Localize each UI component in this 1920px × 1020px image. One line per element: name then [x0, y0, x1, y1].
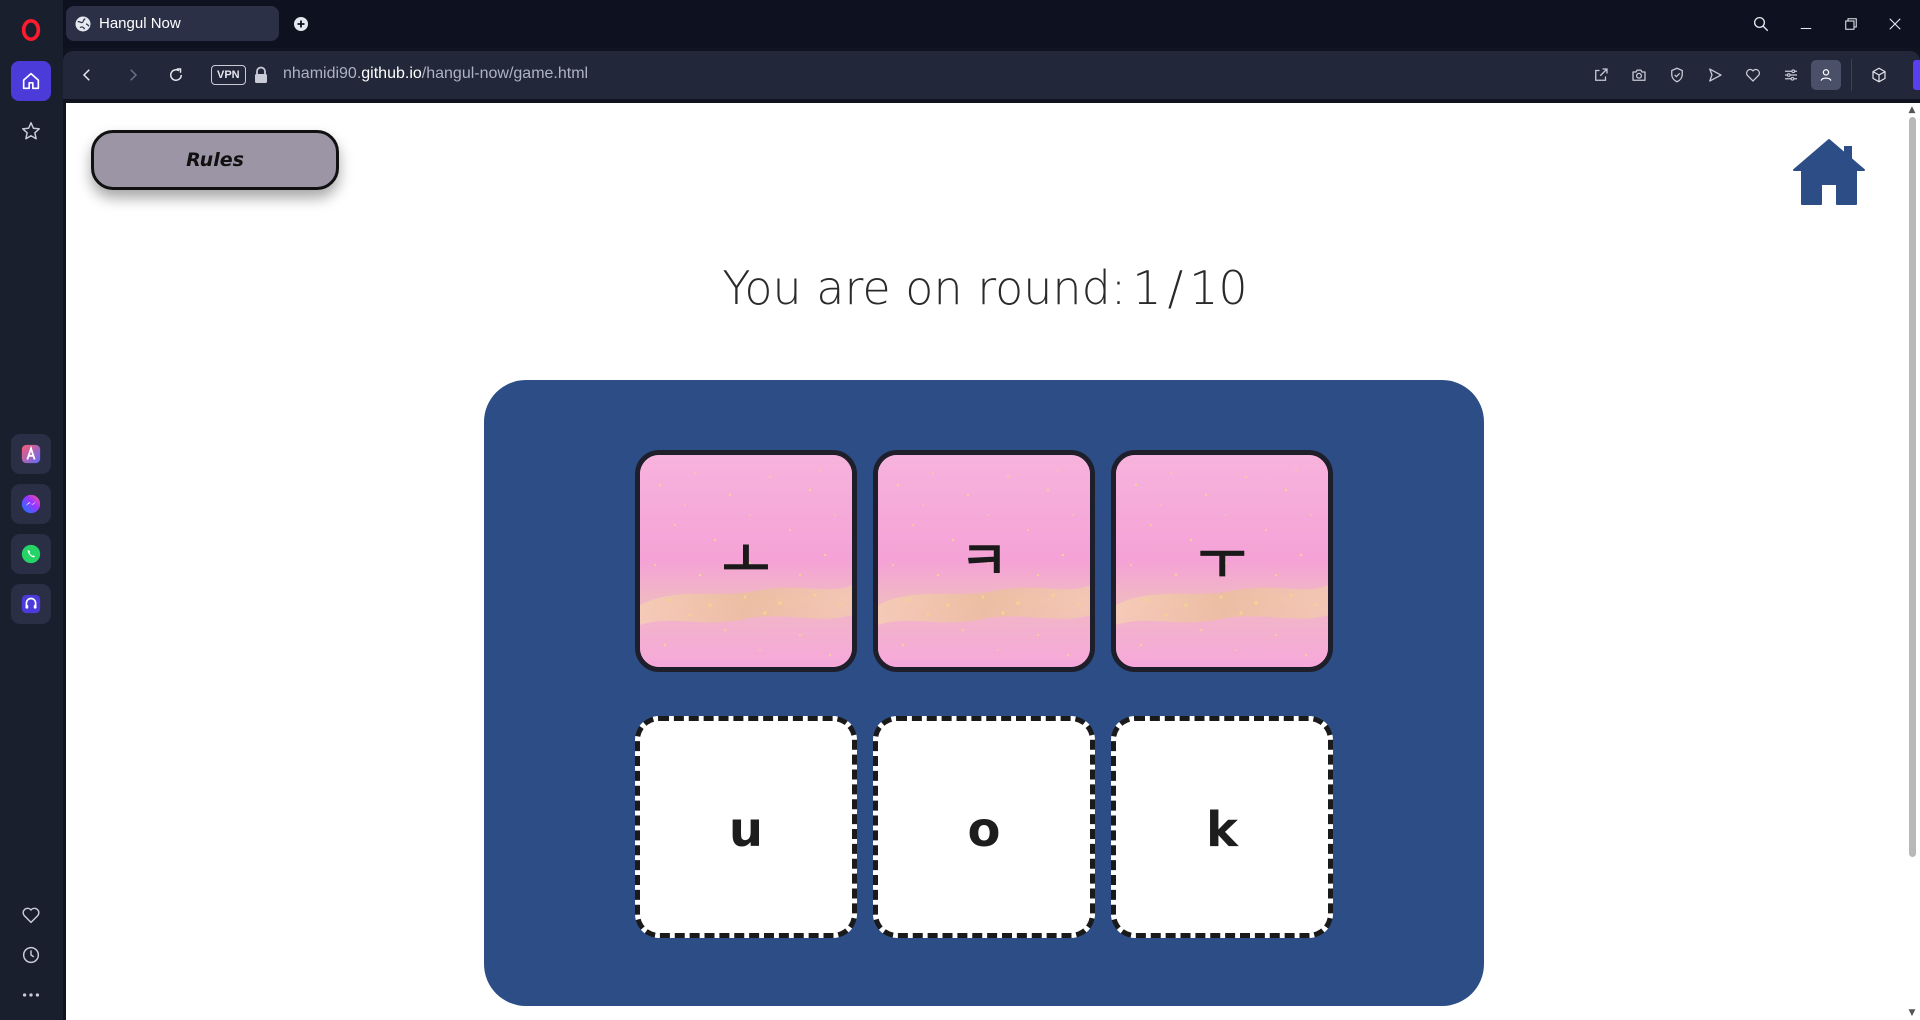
plus-icon	[294, 17, 308, 31]
toolbar-divider	[1851, 59, 1852, 91]
page-scrollbar[interactable]: ▲ ▼	[1904, 103, 1920, 1020]
music-player-icon[interactable]	[11, 584, 51, 624]
rules-button[interactable]: Rules	[91, 130, 339, 190]
scrollbar-thumb[interactable]	[1909, 117, 1916, 857]
easy-setup-icon[interactable]	[1779, 63, 1803, 87]
more-options-icon[interactable]	[13, 977, 49, 1013]
send-flow-icon[interactable]	[1703, 63, 1727, 87]
round-separator: /	[1167, 261, 1184, 315]
url-field[interactable]: nhamidi90.github.io/hangul-now/game.html	[283, 65, 588, 83]
speed-dial-home-icon[interactable]	[11, 61, 51, 101]
profile-avatar-icon[interactable]	[1811, 60, 1841, 90]
close-window-icon[interactable]	[1881, 10, 1909, 38]
scroll-up-icon[interactable]: ▲	[1907, 105, 1917, 115]
home-icon[interactable]	[1792, 138, 1866, 206]
hangul-character: ㅋ	[960, 531, 1008, 592]
vpn-badge[interactable]: VPN	[211, 65, 246, 85]
url-prefix: nhamidi90.	[283, 65, 362, 82]
tab-strip: Hangul Now	[63, 0, 1920, 48]
romanization-letter: k	[1206, 802, 1238, 858]
round-current: 1	[1132, 261, 1162, 315]
search-tabs-icon[interactable]	[1747, 10, 1775, 38]
url-path: /hangul-now/game.html	[421, 65, 589, 82]
opera-logo-icon[interactable]	[13, 12, 49, 48]
adblock-shield-icon[interactable]	[1665, 63, 1689, 87]
scroll-down-icon[interactable]: ▼	[1907, 1008, 1917, 1018]
restore-window-icon[interactable]	[1837, 10, 1865, 38]
back-icon[interactable]	[75, 63, 99, 87]
hangul-card[interactable]: ㅗ	[635, 450, 857, 672]
aria-ai-icon[interactable]	[11, 434, 51, 474]
tab-title: Hangul Now	[99, 15, 181, 32]
my-flow-heart-icon[interactable]	[13, 897, 49, 933]
romanization-letter: u	[728, 802, 764, 858]
browser-sidebar	[0, 0, 63, 1020]
round-indicator: You are on round: 1/10	[66, 261, 1904, 315]
hangul-card[interactable]: ㅋ	[873, 450, 1095, 672]
reload-icon[interactable]	[164, 63, 188, 87]
hangul-card[interactable]: ㅜ	[1111, 450, 1333, 672]
minimize-window-icon[interactable]	[1792, 10, 1820, 38]
round-total: 10	[1189, 261, 1248, 315]
share-icon[interactable]	[1589, 63, 1613, 87]
answer-slot[interactable]: k	[1111, 716, 1333, 938]
bookmark-heart-icon[interactable]	[1741, 63, 1765, 87]
round-label: You are on round:	[722, 261, 1127, 315]
globe-icon	[75, 16, 91, 31]
forward-icon[interactable]	[121, 63, 145, 87]
sidebar-toggle-accent[interactable]	[1913, 60, 1920, 90]
tab-hangul-now[interactable]: Hangul Now	[66, 6, 279, 41]
page-viewport: Rules You are on round: 1/10 ㅗ ㅋ ㅜ u o k	[66, 103, 1904, 1020]
bookmarks-star-icon[interactable]	[13, 113, 49, 149]
game-board: ㅗ ㅋ ㅜ u o k	[484, 380, 1484, 1006]
hangul-character: ㅗ	[722, 531, 770, 592]
lock-icon[interactable]	[253, 66, 269, 84]
history-clock-icon[interactable]	[13, 937, 49, 973]
hangul-character: ㅜ	[1198, 531, 1246, 592]
answer-slot[interactable]: u	[635, 716, 857, 938]
extensions-cube-icon[interactable]	[1867, 63, 1891, 87]
answer-slot[interactable]: o	[873, 716, 1095, 938]
new-tab-button[interactable]	[289, 12, 313, 36]
romanization-letter: o	[967, 802, 1001, 858]
url-domain: github.io	[361, 65, 422, 82]
whatsapp-icon[interactable]	[11, 534, 51, 574]
address-bar: VPN nhamidi90.github.io/hangul-now/game.…	[63, 51, 1920, 99]
messenger-icon[interactable]	[11, 484, 51, 524]
snapshot-camera-icon[interactable]	[1627, 63, 1651, 87]
